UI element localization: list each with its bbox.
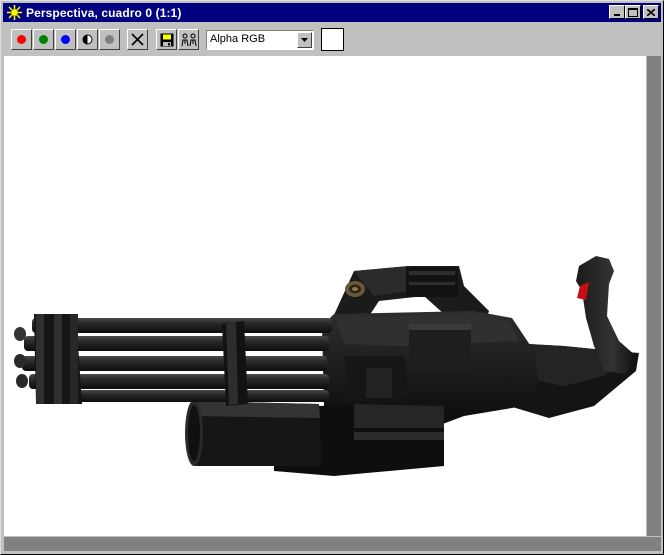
blue-channel-button[interactable] (55, 29, 76, 50)
close-icon (647, 8, 655, 16)
save-button[interactable] (156, 29, 177, 50)
gray-dot-icon (105, 35, 114, 44)
toolbar: Alpha RGB (3, 24, 661, 54)
color-swatch[interactable] (321, 28, 344, 51)
red-channel-button[interactable] (11, 29, 32, 50)
chevron-down-icon (301, 38, 308, 42)
clear-button[interactable] (127, 29, 148, 50)
maximize-icon (628, 7, 638, 17)
half-circle-icon (82, 34, 93, 45)
maximize-button[interactable] (625, 5, 641, 19)
render-window: Perspectiva, cuadro 0 (1:1) Alpha RGB (0, 0, 664, 555)
green-dot-icon (39, 35, 48, 44)
alpha-channel-button[interactable] (77, 29, 98, 50)
channel-select[interactable]: Alpha RGB (206, 30, 314, 50)
window-title: Perspectiva, cuadro 0 (1:1) (26, 5, 182, 20)
caption-buttons (609, 5, 659, 19)
blue-dot-icon (61, 35, 70, 44)
vertical-scrollbar[interactable] (647, 56, 661, 536)
clone-button[interactable] (178, 29, 199, 50)
minimize-icon (614, 14, 620, 16)
render-viewport[interactable] (4, 56, 646, 536)
title-bar[interactable]: Perspectiva, cuadro 0 (1:1) (3, 3, 661, 22)
minigun-render (14, 256, 639, 476)
green-channel-button[interactable] (33, 29, 54, 50)
close-button[interactable] (643, 5, 659, 19)
minimize-button[interactable] (609, 5, 625, 19)
floppy-icon (160, 33, 173, 46)
monochrome-channel-button[interactable] (99, 29, 120, 50)
x-icon (131, 33, 144, 46)
dropdown-button[interactable] (297, 32, 312, 48)
sun-icon (6, 5, 22, 21)
channel-select-value: Alpha RGB (210, 33, 266, 45)
clone-people-icon (181, 33, 196, 46)
red-dot-icon (17, 35, 26, 44)
horizontal-scrollbar[interactable] (4, 537, 661, 551)
